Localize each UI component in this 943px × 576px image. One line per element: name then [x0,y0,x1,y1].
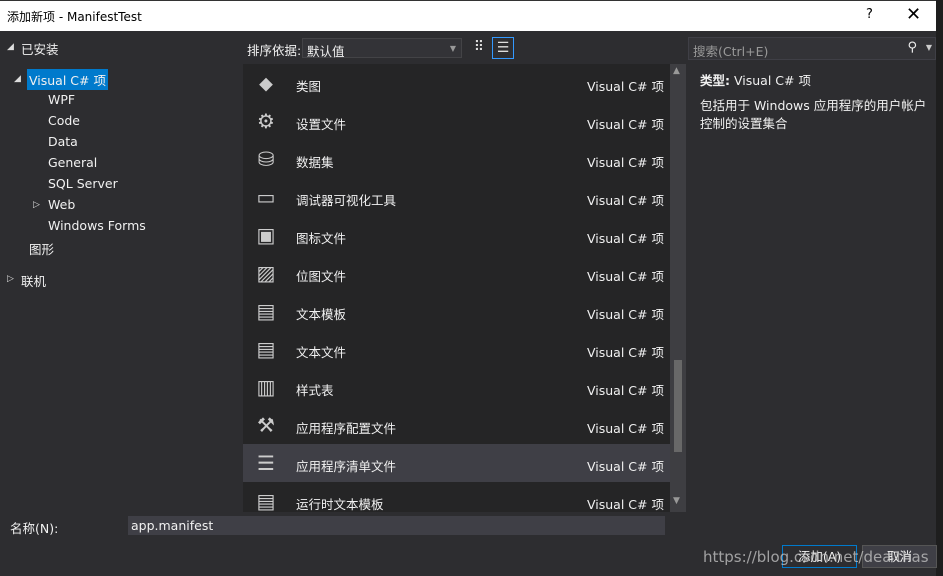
tree-graphics[interactable]: 图形 [29,239,54,258]
item-type: Visual C# 项 [587,307,664,322]
list-item[interactable]: ⚒ 应用程序配置文件 Visual C# 项 [243,406,670,444]
name-label: 名称(N): [10,521,59,536]
debugger-visualizer-icon: ▭ [256,185,276,209]
item-name: 图标文件 [296,231,347,246]
list-item[interactable]: ☰ 应用程序清单文件 Visual C# 项 [243,444,670,482]
tree-visual-csharp[interactable]: Visual C# 项 [27,69,108,90]
watermark: https://blog.csdn.net/dea thas [703,548,929,566]
search-placeholder: 搜索(Ctrl+E) [693,44,769,59]
scroll-up-icon[interactable]: ▲ [673,66,680,76]
stylesheet-icon: ▥ [256,375,276,399]
item-type: Visual C# 项 [587,231,664,246]
item-type: Visual C# 项 [587,421,664,436]
item-name: 应用程序配置文件 [296,421,397,436]
list-view-icon[interactable]: ☰ [492,37,514,59]
expanded-icon[interactable]: ◢ [7,42,14,52]
tree-wpf[interactable]: WPF [48,92,75,107]
item-name: 位图文件 [296,269,347,284]
scroll-down-icon[interactable]: ▼ [673,496,680,506]
item-type: Visual C# 项 [587,155,664,170]
icon-file-icon: ▣ [256,223,276,247]
item-type: Visual C# 项 [587,497,664,512]
sort-value: 默认值 [307,44,345,59]
sort-dropdown[interactable]: 默认值 ▼ [302,38,462,59]
item-name: 应用程序清单文件 [296,459,397,474]
list-scrollbar[interactable]: ▲ ▼ [670,64,686,512]
tree-sql-server[interactable]: SQL Server [48,176,118,191]
config-file-icon: ⚒ [257,413,275,437]
tree-general[interactable]: General [48,155,97,170]
sort-label: 排序依据: [247,43,302,58]
item-type: Visual C# 项 [587,117,664,132]
item-name: 类图 [296,79,322,94]
manifest-icon: ☰ [257,451,275,475]
list-item[interactable]: ⬥ 类图 Visual C# 项 [243,64,670,102]
list-item[interactable]: ▭ 调试器可视化工具 Visual C# 项 [243,178,670,216]
chevron-down-icon[interactable]: ▼ [926,43,932,52]
item-name: 数据集 [296,155,334,170]
expanded-icon[interactable]: ◢ [14,74,21,84]
item-type: Visual C# 项 [587,459,664,474]
tree-installed[interactable]: 已安装 [21,39,59,58]
bitmap-icon: ▨ [256,261,276,285]
list-item[interactable]: ▤ 运行时文本模板 Visual C# 项 [243,482,670,512]
tree-code[interactable]: Code [48,113,80,128]
text-file-icon: ▤ [256,337,276,361]
tree-web[interactable]: Web [48,197,75,212]
item-name: 运行时文本模板 [296,497,384,512]
template-list: ⬥ 类图 Visual C# 项 ⚙ 设置文件 Visual C# 项 ⛁ 数据集 Visual… [243,64,670,512]
background-window-edge [936,0,943,576]
list-item[interactable]: ⛁ 数据集 Visual C# 项 [243,140,670,178]
category-tree: ◢ 已安装 ◢ Visual C# 项 WPF Code Data Genera… [0,31,243,512]
description: 包括用于 Windows 应用程序的用户帐户控制的设置集合 [700,98,927,131]
item-name: 调试器可视化工具 [296,193,397,208]
chevron-down-icon: ▼ [449,44,456,53]
item-name: 样式表 [296,383,334,398]
tree-data[interactable]: Data [48,134,78,149]
list-item[interactable]: ▤ 文本模板 Visual C# 项 [243,292,670,330]
item-type: Visual C# 项 [587,383,664,398]
type-label: 类型: [700,73,730,88]
search-input[interactable]: 搜索(Ctrl+E) ⚲ ▼ [688,37,936,60]
list-item[interactable]: ⚙ 设置文件 Visual C# 项 [243,102,670,140]
list-item[interactable]: ▨ 位图文件 Visual C# 项 [243,254,670,292]
details-panel: 类型: Visual C# 项 包括用于 Windows 应用程序的用户帐户控制… [700,72,928,133]
list-item[interactable]: ▤ 文本文件 Visual C# 项 [243,330,670,368]
window-title: 添加新项 - ManifestTest [7,10,142,24]
runtime-text-template-icon: ▤ [256,489,276,512]
item-type: Visual C# 项 [587,79,664,94]
scroll-thumb[interactable] [674,360,682,452]
search-icon[interactable]: ⚲ [907,40,917,55]
text-template-icon: ▤ [256,299,276,323]
collapsed-icon[interactable]: ▷ [7,274,14,284]
list-item[interactable]: ▣ 图标文件 Visual C# 项 [243,216,670,254]
item-name: 文本文件 [296,345,347,360]
tree-windows-forms[interactable]: Windows Forms [48,218,146,233]
item-name: 设置文件 [296,117,347,132]
grid-view-icon[interactable]: ⠿ [468,37,490,59]
database-icon: ⛁ [257,147,275,171]
name-input[interactable] [128,516,665,535]
help-button[interactable]: ? [866,7,873,22]
type-value: Visual C# 项 [733,73,811,88]
collapsed-icon[interactable]: ▷ [33,200,40,210]
gear-icon: ⚙ [257,109,275,133]
item-type: Visual C# 项 [587,269,664,284]
close-icon[interactable]: ✕ [906,4,921,25]
title-bar: 添加新项 - ManifestTest ? ✕ [0,0,936,31]
item-type: Visual C# 项 [587,193,664,208]
item-name: 文本模板 [296,307,347,322]
list-item[interactable]: ▥ 样式表 Visual C# 项 [243,368,670,406]
item-type: Visual C# 项 [587,345,664,360]
tree-online[interactable]: 联机 [21,271,46,290]
class-diagram-icon: ⬥ [259,71,273,95]
